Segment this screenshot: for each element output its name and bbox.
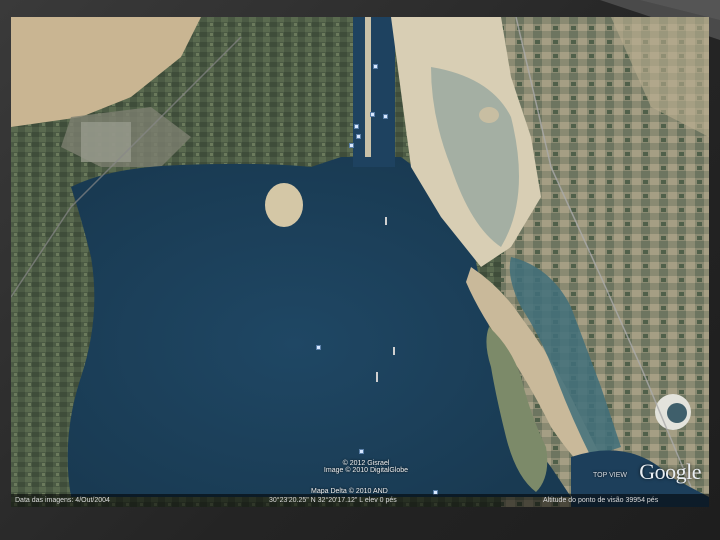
attribution-line-1: © 2012 Gisrael [342, 460, 390, 467]
map-placemark[interactable] [359, 449, 364, 454]
map-placemark[interactable] [373, 64, 378, 69]
imagery-attribution: © 2012 Gisrael Image © 2010 DigitalGlobe [301, 460, 431, 474]
map-imagery [11, 17, 709, 507]
map-placemark[interactable] [370, 112, 375, 117]
status-bar: Data das imagens: 4/Out/2004 30°23'20.25… [11, 494, 709, 507]
map-placemark[interactable] [383, 114, 388, 119]
map-placemark[interactable] [354, 124, 359, 129]
imagery-date: Data das imagens: 4/Out/2004 [15, 497, 110, 504]
map-placemark[interactable] [356, 134, 361, 139]
google-logo: Google [639, 459, 701, 484]
attribution-line-2: Image © 2010 DigitalGlobe [323, 467, 409, 474]
map-placemark[interactable] [349, 143, 354, 148]
map-placemark[interactable] [316, 345, 321, 350]
google-tagline: TOP VIEW [593, 472, 627, 479]
satellite-map[interactable]: © 2012 Gisrael Image © 2010 DigitalGlobe… [11, 17, 709, 507]
eye-altitude: Altitude do ponto de visão 39954 pés [543, 497, 659, 504]
pointer-coordinates: 30°23'20.25" N 32°20'17.12" L elev 0 pés [269, 497, 397, 504]
